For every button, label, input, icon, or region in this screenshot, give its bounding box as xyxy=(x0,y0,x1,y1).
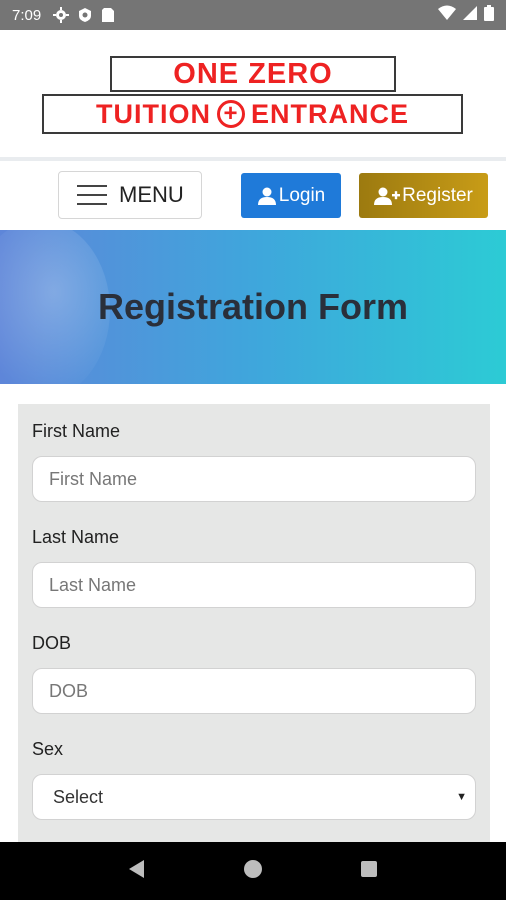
registration-form: First Name Last Name DOB Sex Select ▼ xyxy=(18,404,490,844)
menu-label: MENU xyxy=(119,182,184,207)
dob-input[interactable] xyxy=(32,668,476,714)
home-icon[interactable] xyxy=(243,859,263,884)
logo-plus-icon: + xyxy=(216,100,245,128)
user-icon xyxy=(257,187,277,205)
status-time: 7:09 xyxy=(12,6,42,24)
login-button[interactable]: Login xyxy=(241,173,341,218)
dob-label: DOB xyxy=(32,633,72,653)
first-name-label: First Name xyxy=(32,421,121,441)
last-name-input[interactable] xyxy=(32,562,476,608)
logo-line1[interactable]: ONE ZERO xyxy=(110,56,396,92)
logo-text-tuition: TUITION xyxy=(95,98,211,129)
logo-line2[interactable]: TUITION + ENTRANCE xyxy=(42,94,463,134)
status-right xyxy=(438,5,494,25)
hamburger-icon xyxy=(77,185,107,205)
menu-button[interactable]: MENU xyxy=(58,171,202,219)
signal-icon xyxy=(462,5,478,25)
logo-area: ONE ZERO TUITION + ENTRANCE xyxy=(0,30,506,160)
user-plus-icon xyxy=(374,187,401,205)
shield-icon xyxy=(77,7,93,23)
sex-select-value: Select xyxy=(53,786,104,807)
logo-text-entrance: ENTRANCE xyxy=(250,98,409,129)
gear-icon xyxy=(53,7,70,23)
page-title: Registration Form xyxy=(97,286,409,327)
status-bar: 7:09 xyxy=(0,0,506,30)
login-label: Login xyxy=(278,184,326,206)
recents-icon[interactable] xyxy=(360,860,378,883)
nav-divider xyxy=(0,157,506,161)
sex-select[interactable]: Select ▼ xyxy=(32,774,476,820)
register-label: Register xyxy=(402,184,473,206)
hero-banner: Registration Form xyxy=(0,230,506,384)
register-button[interactable]: Register xyxy=(359,173,488,218)
first-name-input[interactable] xyxy=(32,456,476,502)
android-nav-bar xyxy=(0,842,506,900)
battery-icon xyxy=(484,5,494,25)
sim-card-icon xyxy=(101,7,115,23)
back-icon[interactable] xyxy=(128,859,146,884)
wifi-icon xyxy=(438,5,456,25)
dropdown-arrow-icon: ▼ xyxy=(456,791,467,803)
sex-label: Sex xyxy=(32,739,64,759)
last-name-label: Last Name xyxy=(32,527,120,547)
